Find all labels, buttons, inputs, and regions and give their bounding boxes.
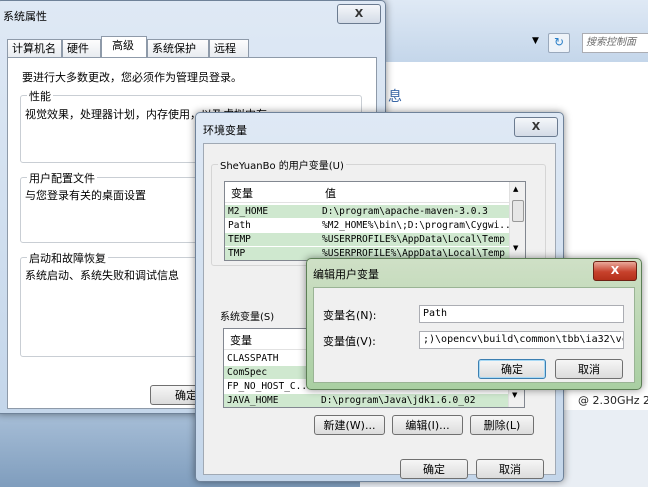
table-row[interactable]: Path %M2_HOME%\bin\;D:\program\Cygwi... [225,219,510,232]
admin-notice: 要进行大多数更改，您必须作为管理员登录。 [22,71,242,84]
refresh-icon[interactable]: ↻ [548,33,570,53]
tab-strip: 计算机名 硬件 高级 系统保护 远程 [7,36,367,57]
system-variables-legend: 系统变量(S) [220,312,275,323]
startup-recovery-text: 系统启动、系统失败和调试信息 [25,269,179,282]
user-profiles-text: 与您登录有关的桌面设置 [25,189,146,202]
user-list-header: 变量 值 [225,182,525,203]
tab-hardware[interactable]: 硬件 [62,39,101,57]
scroll-down-icon[interactable]: ▼ [512,391,517,399]
tab-remote[interactable]: 远程 [209,39,249,57]
row-value: D:\program\apache-maven-3.0.3 [322,206,488,217]
env-cancel-button[interactable]: 取消 [476,459,544,479]
table-row[interactable]: TEMP %USERPROFILE%\AppData\Local\Temp [225,233,510,246]
row-value: %M2_HOME%\bin\;D:\program\Cygwi... [322,220,510,231]
startup-recovery-legend: 启动和故障恢复 [27,250,108,266]
close-icon[interactable]: X [337,4,381,24]
column-header-value[interactable]: 值 [325,185,336,201]
address-dropdown-icon[interactable]: ▼ [532,36,539,46]
user-profiles-legend: 用户配置文件 [27,170,97,186]
delete-variable-button[interactable]: 删除(L) [470,415,534,435]
edit-ok-button[interactable]: 确定 [478,359,546,379]
variable-value-label: 变量值(V): [323,335,376,348]
column-header-variable[interactable]: 变量 [230,332,252,348]
user-variables-legend: SheYuanBo 的用户变量(U) [218,157,346,172]
side-glyph: 息 [388,89,402,105]
scroll-up-icon[interactable]: ▲ [513,185,518,193]
env-title: 环境变量 [203,124,247,137]
variable-name-input[interactable]: Path [419,305,624,323]
tab-computer-name[interactable]: 计算机名 [7,39,62,57]
edit-var-body: 变量名(N): Path 变量值(V): ;)\opencv\build\com… [313,287,635,383]
explorer-search-input[interactable]: 搜索控制面 [582,33,648,53]
table-row[interactable]: JAVA_HOME D:\program\Java\jdk1.6.0_02 [224,394,509,407]
table-row[interactable]: M2_HOME D:\program\apache-maven-3.0.3 [225,205,510,218]
cpu-speed-text: @ 2.30GHz 2.3 [578,394,648,407]
variable-value-input[interactable]: ;)\opencv\build\common\tbb\ia32\vc10 [419,331,624,349]
row-name: Path [228,220,251,231]
scroll-thumb[interactable] [512,200,524,222]
scroll-down-icon[interactable]: ▼ [513,244,518,252]
user-variables-list[interactable]: 变量 值 M2_HOME D:\program\apache-maven-3.0… [224,181,526,261]
user-variables-group: SheYuanBo 的用户变量(U) 变量 值 M2_HOME D:\progr… [211,157,546,266]
row-value: %USERPROFILE%\AppData\Local\Temp [322,234,506,245]
row-name: TEMP [228,234,251,245]
row-value: D:\program\Java\jdk1.6.0_02 [321,395,476,406]
system-properties-title: 系统属性 [3,10,47,23]
tab-system-protection[interactable]: 系统保护 [147,39,209,57]
row-name: ComSpec [227,367,268,378]
edit-user-variable-window: 编辑用户变量 X 变量名(N): Path 变量值(V): ;)\opencv\… [306,258,642,390]
row-name: TMP [228,248,246,259]
new-variable-button[interactable]: 新建(W)... [314,415,385,435]
variable-name-label: 变量名(N): [323,309,377,322]
edit-var-title: 编辑用户变量 [313,268,379,281]
edit-cancel-button[interactable]: 取消 [555,359,623,379]
edit-variable-button[interactable]: 编辑(I)... [392,415,463,435]
close-icon[interactable]: X [593,261,637,281]
row-name: CLASSPATH [227,353,279,364]
performance-legend: 性能 [27,88,53,104]
env-ok-button[interactable]: 确定 [400,459,468,479]
user-list-scrollbar[interactable]: ▲ ▼ [509,182,525,260]
row-name: JAVA_HOME [227,395,279,406]
tab-advanced[interactable]: 高级 [101,36,147,57]
row-name: FP_NO_HOST_C... [227,381,313,392]
close-icon[interactable]: X [514,117,558,137]
column-header-variable[interactable]: 变量 [231,185,253,201]
row-name: M2_HOME [228,206,269,217]
